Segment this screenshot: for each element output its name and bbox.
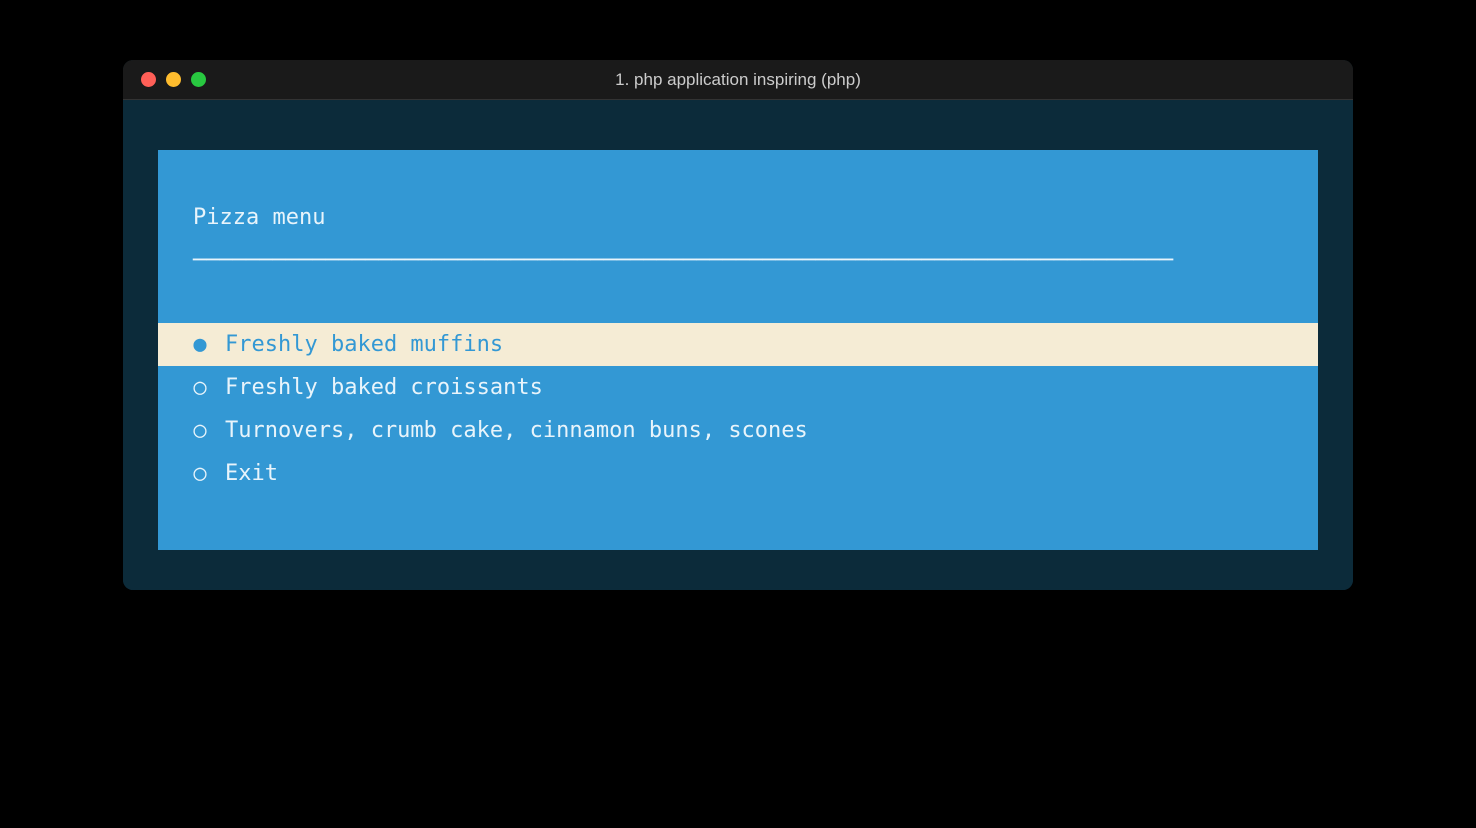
bullet-icon [193, 375, 207, 400]
window-title: 1. php application inspiring (php) [123, 70, 1353, 90]
menu-list: Freshly baked muffins Freshly baked croi… [158, 323, 1318, 495]
close-icon[interactable] [141, 72, 156, 87]
titlebar: 1. php application inspiring (php) [123, 60, 1353, 100]
terminal-window: 1. php application inspiring (php) Pizza… [123, 60, 1353, 590]
menu-item-exit[interactable]: Exit [158, 452, 1318, 495]
bullet-icon [193, 461, 207, 486]
menu-item-label: Exit [225, 461, 278, 486]
menu-divider: ────────────────────────────────────────… [158, 248, 1318, 273]
menu-item-label: Freshly baked muffins [225, 332, 503, 357]
menu-item-label: Freshly baked croissants [225, 375, 543, 400]
menu-item-croissants[interactable]: Freshly baked croissants [158, 366, 1318, 409]
bullet-icon [193, 418, 207, 443]
menu-title: Pizza menu [158, 205, 1318, 230]
bullet-selected-icon [193, 332, 207, 357]
terminal-body: Pizza menu ─────────────────────────────… [123, 100, 1353, 590]
minimize-icon[interactable] [166, 72, 181, 87]
menu-item-turnovers[interactable]: Turnovers, crumb cake, cinnamon buns, sc… [158, 409, 1318, 452]
menu-item-muffins[interactable]: Freshly baked muffins [158, 323, 1318, 366]
traffic-lights [141, 72, 206, 87]
maximize-icon[interactable] [191, 72, 206, 87]
menu-panel: Pizza menu ─────────────────────────────… [158, 150, 1318, 550]
menu-item-label: Turnovers, crumb cake, cinnamon buns, sc… [225, 418, 808, 443]
